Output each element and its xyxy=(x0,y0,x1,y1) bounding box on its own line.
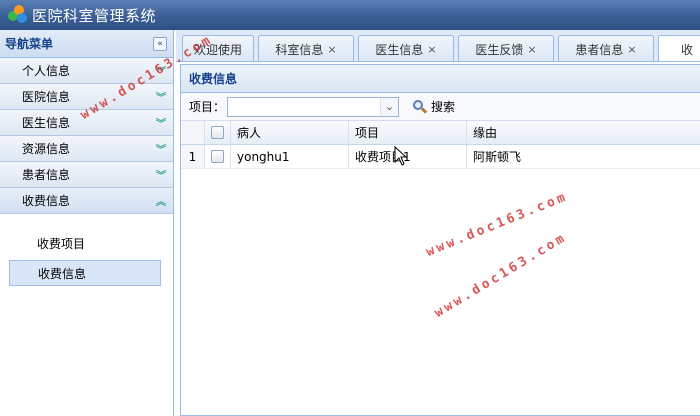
tab-label: 科室信息 xyxy=(275,42,324,57)
tab-doctor-feedback[interactable]: 医生反馈 × xyxy=(458,35,554,61)
nav-item-resource-info[interactable]: 资源信息 ︾ xyxy=(0,136,173,162)
nav-item-label: 医生信息 xyxy=(22,116,71,130)
app-logo-icon xyxy=(8,5,28,25)
nav-item-doctor-info[interactable]: 医生信息 ︾ xyxy=(0,110,173,136)
project-combobox[interactable]: ⌄ xyxy=(227,96,400,117)
tab-label: 医生反馈 xyxy=(475,42,524,57)
tab-bar: 欢迎使用 科室信息 × 医生信息 × 医生反馈 × 患者信息 × 收 xyxy=(176,30,700,62)
chevrons-down-icon: ︾ xyxy=(156,119,166,130)
nav-item-personal-info[interactable]: 个人信息 ︾ xyxy=(0,58,173,84)
navigation-panel: 导航菜单 « 个人信息 ︾ 医院信息 ︾ 医生信息 ︾ 资源信息 ︾ 患者信息 … xyxy=(0,30,174,416)
tab-label: 患者信息 xyxy=(575,42,624,57)
chevrons-down-icon: ︾ xyxy=(156,93,166,104)
cell-project: 收费项目1 xyxy=(349,145,467,168)
submenu-item-fee-items[interactable]: 收费项目 xyxy=(9,230,161,256)
title-bar: 医院科室管理系统 xyxy=(0,0,700,30)
nav-item-hospital-info[interactable]: 医院信息 ︾ xyxy=(0,84,173,110)
tab-patient-info[interactable]: 患者信息 × xyxy=(558,35,654,61)
project-filter-input[interactable] xyxy=(230,98,381,115)
chevrons-up-icon: ︽ xyxy=(156,197,166,208)
nav-item-fee-info[interactable]: 收费信息 ︽ xyxy=(0,188,173,214)
search-icon xyxy=(413,99,428,114)
tab-label: 收 xyxy=(681,43,694,57)
tab-department-info[interactable]: 科室信息 × xyxy=(258,35,354,61)
select-all-cell xyxy=(205,121,231,144)
mouse-cursor-icon xyxy=(394,146,408,166)
select-all-checkbox[interactable] xyxy=(211,126,224,139)
fee-submenu: 收费项目 收费信息 xyxy=(0,214,173,286)
nav-header: 导航菜单 « xyxy=(0,30,173,58)
nav-item-label: 个人信息 xyxy=(22,64,71,78)
chevrons-down-icon: ︾ xyxy=(156,171,166,182)
table-row[interactable]: 1 yonghu1 收费项目1 阿斯顿飞 xyxy=(181,145,700,169)
tab-fee-info[interactable]: 收 xyxy=(658,35,700,61)
close-icon[interactable]: × xyxy=(327,43,336,56)
column-header-patient[interactable]: 病人 xyxy=(231,121,349,144)
collapse-nav-icon[interactable]: « xyxy=(153,36,167,51)
nav-title: 导航菜单 xyxy=(5,37,54,51)
close-icon[interactable]: × xyxy=(627,43,636,56)
tab-label: 医生信息 xyxy=(375,42,424,57)
row-select-cell xyxy=(205,145,231,168)
grid-header: 病人 项目 缘由 xyxy=(181,121,700,145)
cell-reason: 阿斯顿飞 xyxy=(473,150,522,164)
search-button[interactable]: 搜索 xyxy=(409,96,459,118)
tab-label: 欢迎使用 xyxy=(193,42,242,57)
column-header-project[interactable]: 项目 xyxy=(349,121,467,144)
row-checkbox[interactable] xyxy=(211,150,224,163)
submenu-item-fee-info[interactable]: 收费信息 xyxy=(9,260,161,286)
nav-item-label: 资源信息 xyxy=(22,142,71,156)
panel-header: 收费信息 xyxy=(181,65,700,93)
nav-item-label: 收费信息 xyxy=(22,194,71,208)
project-filter-label: 项目： xyxy=(189,100,226,114)
fee-info-grid: 病人 项目 缘由 1 yonghu1 收费项目1 阿斯顿飞 xyxy=(181,121,700,169)
chevrons-down-icon: ︾ xyxy=(156,67,166,78)
nav-item-label: 医院信息 xyxy=(22,90,71,104)
close-icon[interactable]: × xyxy=(427,43,436,56)
cell-patient: yonghu1 xyxy=(231,145,349,168)
tab-doctor-info[interactable]: 医生信息 × xyxy=(358,35,454,61)
app-title: 医院科室管理系统 xyxy=(32,6,157,25)
nav-item-patient-info[interactable]: 患者信息 ︾ xyxy=(0,162,173,188)
tab-welcome[interactable]: 欢迎使用 xyxy=(182,35,254,61)
filter-toolbar: 项目： ⌄ 搜索 xyxy=(181,93,700,121)
row-number-header xyxy=(181,121,205,144)
fee-info-panel: 收费信息 项目： ⌄ 搜索 病人 项目 缘由 1 yonghu1 收费项目1 阿… xyxy=(180,64,700,416)
search-button-label: 搜索 xyxy=(431,100,456,114)
nav-item-label: 患者信息 xyxy=(22,168,71,182)
row-number: 1 xyxy=(181,145,205,168)
close-icon[interactable]: × xyxy=(527,43,536,56)
chevrons-down-icon: ︾ xyxy=(156,145,166,156)
panel-title: 收费信息 xyxy=(189,72,238,86)
column-header-reason[interactable]: 缘由 xyxy=(467,121,700,144)
chevron-down-icon[interactable]: ⌄ xyxy=(380,97,399,116)
